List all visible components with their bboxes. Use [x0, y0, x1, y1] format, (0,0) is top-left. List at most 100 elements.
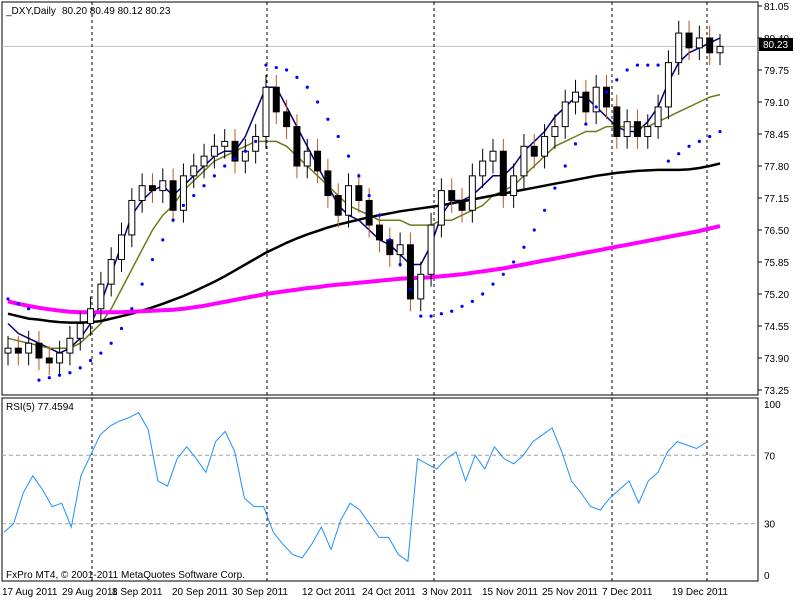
date-tick-label: 12 Oct 2011: [302, 587, 356, 598]
candle-body: [551, 126, 559, 137]
psar-dot: [161, 238, 165, 242]
psar-dot: [708, 134, 712, 139]
candle-body: [345, 185, 353, 216]
price-pane: [1, 1, 759, 396]
candle-body: [334, 195, 342, 216]
rsi-header: RSI(5) 77.4594: [6, 402, 74, 413]
psar-dot: [697, 139, 701, 143]
psar-dot: [6, 297, 10, 301]
psar-dot: [233, 157, 237, 161]
psar-dot: [223, 164, 227, 168]
psar-dot: [47, 376, 51, 380]
psar-dot: [254, 139, 258, 143]
candle-body: [76, 323, 84, 339]
price-tick-label: 75.85: [764, 258, 789, 269]
psar-dot: [439, 312, 443, 316]
psar-dot: [615, 78, 619, 82]
candle-body: [190, 165, 198, 177]
psar-dot: [563, 164, 567, 168]
candle-body: [602, 86, 610, 108]
psar-dot: [718, 129, 722, 134]
candle-body: [633, 121, 641, 137]
chart-canvas: 81.0580.4079.7579.1078.4577.8077.1576.50…: [1, 1, 793, 598]
psar-dot: [78, 366, 82, 370]
candle-body: [97, 283, 105, 310]
candle-body: [128, 199, 136, 236]
candle-body: [417, 273, 425, 300]
psar-dot: [501, 272, 505, 276]
psar-dot: [243, 149, 247, 153]
date-tick-label: 8 Sep 2011: [112, 587, 163, 598]
candle-body: [685, 32, 693, 49]
candle-body: [375, 224, 383, 241]
candle-body: [572, 91, 580, 103]
candle-body: [437, 190, 445, 226]
price-tick-label: 76.50: [764, 226, 789, 237]
psar-dot: [274, 65, 278, 70]
price-tick-label: 78.45: [764, 130, 789, 141]
psar-dot: [88, 358, 93, 363]
candle-body: [530, 145, 538, 157]
psar-dot: [460, 304, 464, 308]
psar-dot: [594, 105, 598, 109]
candle-body: [365, 199, 373, 226]
candle-body: [87, 308, 95, 325]
candle-body: [644, 126, 652, 137]
psar-dot: [398, 262, 402, 267]
psar-dot: [666, 159, 671, 163]
psar-dot: [470, 299, 474, 303]
psar-dot: [677, 152, 681, 156]
price-tick-label: 79.10: [764, 98, 789, 109]
psar-dot: [646, 63, 650, 67]
psar-dot: [419, 314, 423, 318]
psar-dot: [109, 341, 113, 345]
candle-body: [458, 199, 466, 211]
psar-dot: [150, 257, 155, 262]
candle-body: [479, 160, 487, 177]
psar-dot: [119, 326, 124, 331]
candle-body: [25, 342, 33, 354]
candle-body: [4, 347, 12, 354]
candle-body: [489, 150, 497, 162]
candle-body: [283, 111, 291, 128]
candle-body: [303, 150, 311, 167]
candle-body: [664, 62, 672, 108]
psar-dot: [192, 193, 196, 198]
date-tick-label: 3 Nov 2011: [422, 587, 473, 598]
candle-body: [200, 155, 208, 167]
psar-dot: [522, 245, 526, 249]
candle-body: [138, 185, 146, 201]
candle-body: [314, 150, 322, 172]
price-tick-label: 73.90: [764, 354, 789, 365]
date-tick-label: 25 Nov 2011: [542, 587, 598, 598]
psar-dot: [377, 213, 382, 217]
psar-dot: [450, 309, 454, 313]
psar-dot: [604, 90, 609, 94]
candle-body: [675, 32, 683, 64]
psar-dot: [357, 174, 361, 178]
psar-dot: [532, 228, 536, 232]
psar-dot: [429, 314, 433, 318]
date-tick-label: 29 Aug 2011: [62, 587, 118, 598]
psar-dot: [171, 218, 175, 222]
price-tick-label: 73.25: [764, 386, 789, 397]
candle-body: [582, 91, 590, 113]
psar-dot: [326, 117, 330, 121]
rsi-tick-label: 70: [764, 451, 776, 462]
date-tick-label: 15 Nov 2011: [482, 587, 538, 598]
psar-dot: [37, 378, 41, 382]
candle-body: [14, 347, 22, 354]
psar-dot: [367, 193, 371, 198]
candle-body: [561, 101, 569, 128]
date-tick-label: 30 Sep 2011: [232, 587, 288, 598]
candle-body: [396, 244, 404, 256]
psar-dot: [130, 307, 134, 311]
psar-dot: [212, 174, 216, 178]
candle-body: [406, 244, 414, 300]
psar-dot: [336, 134, 340, 139]
psar-dot: [295, 75, 299, 79]
psar-dot: [635, 63, 640, 67]
psar-dot: [264, 63, 268, 67]
price-tick-label: 79.75: [764, 66, 789, 77]
psar-dot: [625, 68, 629, 72]
